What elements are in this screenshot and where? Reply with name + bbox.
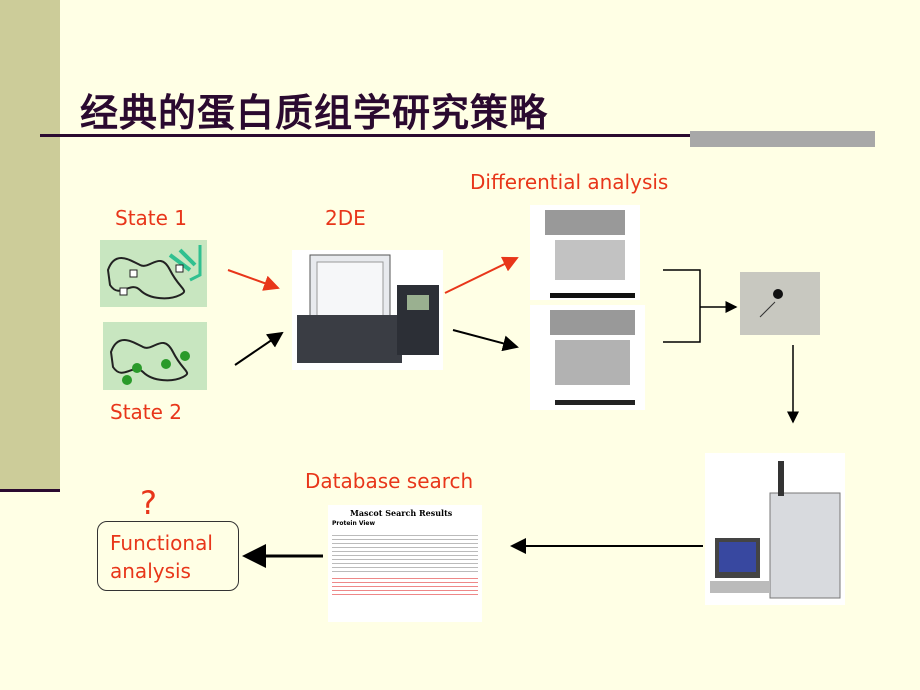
arrow-2de-to-gel2 <box>452 329 519 352</box>
flow-arrows <box>227 256 799 568</box>
arrow-2de-to-gel1 <box>444 256 519 294</box>
slide: 经典的蛋白质组学研究策略 State 1 State 2 2DE Differe… <box>0 0 920 690</box>
arrow-state2-to-2de <box>234 331 284 366</box>
arrow-state1-to-2de <box>227 269 280 291</box>
gel-bracket <box>663 269 701 343</box>
